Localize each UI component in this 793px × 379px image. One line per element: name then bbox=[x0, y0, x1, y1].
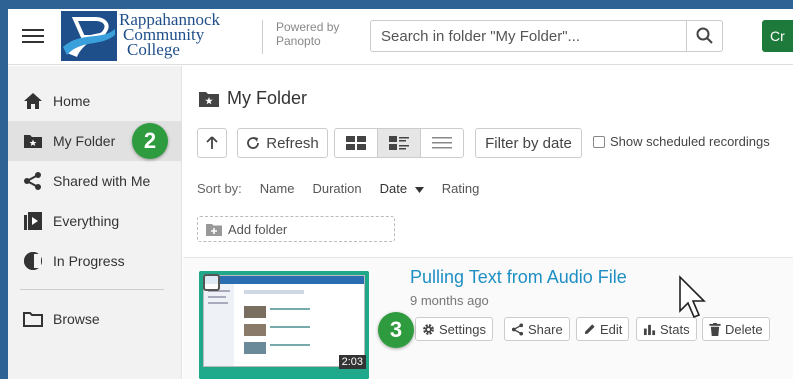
share-button[interactable]: Share bbox=[504, 317, 570, 341]
folder-star-icon bbox=[199, 91, 219, 107]
college-logo[interactable]: Rappahannock Community College bbox=[61, 11, 241, 61]
sidebar-item-label: In Progress bbox=[53, 253, 125, 269]
search-input[interactable] bbox=[371, 21, 686, 51]
sort-bar: Sort by: Name Duration Date Rating bbox=[197, 181, 497, 196]
thumbnail-screen bbox=[203, 275, 365, 367]
search-button[interactable] bbox=[686, 21, 722, 51]
panopto-label: Panopto bbox=[276, 34, 321, 48]
college-name: Rappahannock Community College bbox=[119, 11, 220, 59]
thumbnail-image bbox=[204, 276, 364, 366]
show-scheduled-checkbox[interactable]: Show scheduled recordings bbox=[593, 134, 770, 149]
sidebar-item-label: Shared with Me bbox=[53, 173, 151, 189]
view-detail-button[interactable] bbox=[378, 129, 421, 157]
session-thumbnail[interactable]: 2:03 bbox=[199, 271, 369, 379]
refresh-label: Refresh bbox=[266, 134, 319, 152]
thumbnail-progress-bar bbox=[199, 375, 369, 379]
delete-label: Delete bbox=[725, 321, 763, 337]
sidebar-item-label: Everything bbox=[53, 213, 120, 229]
sort-name[interactable]: Name bbox=[260, 181, 295, 196]
bar-chart-icon bbox=[643, 324, 656, 335]
edit-label: Edit bbox=[600, 321, 623, 337]
add-folder-icon bbox=[206, 223, 222, 236]
play-library-icon bbox=[22, 210, 44, 232]
mouse-cursor-icon bbox=[679, 275, 706, 319]
create-button[interactable]: Cr bbox=[762, 20, 793, 52]
share-icon bbox=[511, 322, 524, 336]
sort-duration[interactable]: Duration bbox=[312, 181, 361, 196]
powered-by-label: Powered by bbox=[276, 20, 340, 34]
sidebar-divider bbox=[20, 289, 164, 290]
delete-button[interactable]: Delete bbox=[702, 317, 770, 341]
logo-mark-icon bbox=[61, 11, 117, 61]
sidebar-item-in-progress[interactable]: In Progress bbox=[8, 241, 182, 281]
in-progress-icon bbox=[22, 250, 44, 272]
sidebar-item-shared-with-me[interactable]: Shared with Me bbox=[8, 161, 182, 201]
list-view-icon bbox=[432, 137, 452, 149]
session-age: 9 months ago bbox=[410, 293, 489, 308]
sidebar: Home My Folder Shared with Me Everything bbox=[8, 66, 182, 379]
app-window: Rappahannock Community College Powered b… bbox=[8, 9, 793, 379]
caret-down-icon bbox=[414, 187, 424, 193]
hamburger-menu-icon[interactable] bbox=[22, 25, 44, 47]
stats-label: Stats bbox=[660, 321, 690, 337]
sidebar-item-everything[interactable]: Everything bbox=[8, 201, 182, 241]
settings-button[interactable]: Settings bbox=[415, 317, 493, 341]
powered-by: Powered by Panopto bbox=[262, 20, 339, 54]
step-badge-2: 2 bbox=[132, 123, 168, 159]
sidebar-item-home[interactable]: Home bbox=[8, 81, 182, 121]
filter-by-date-button[interactable]: Filter by date bbox=[475, 128, 582, 158]
main-content: My Folder Refresh Filter by date Show sc… bbox=[183, 66, 793, 379]
session-select-checkbox[interactable] bbox=[203, 274, 220, 291]
view-toggle-group bbox=[334, 128, 464, 158]
trash-icon bbox=[709, 322, 721, 336]
share-label: Share bbox=[528, 321, 563, 337]
header: Rappahannock Community College Powered b… bbox=[8, 9, 793, 65]
sort-by-label: Sort by: bbox=[197, 181, 242, 196]
sort-date[interactable]: Date bbox=[380, 181, 424, 196]
edit-button[interactable]: Edit bbox=[576, 317, 630, 341]
folder-title: My Folder bbox=[198, 88, 307, 109]
sort-rating[interactable]: Rating bbox=[442, 181, 480, 196]
arrow-up-icon bbox=[206, 136, 218, 149]
checkbox-box bbox=[593, 135, 605, 148]
duration-badge: 2:03 bbox=[338, 355, 366, 369]
search-box bbox=[370, 20, 723, 52]
sidebar-item-label: Browse bbox=[53, 311, 100, 327]
sort-date-label: Date bbox=[379, 181, 408, 196]
gear-icon bbox=[423, 323, 434, 335]
settings-label: Settings bbox=[439, 321, 486, 337]
scheduled-label: Show scheduled recordings bbox=[610, 134, 770, 149]
session-title-link[interactable]: Pulling Text from Audio File bbox=[410, 267, 627, 288]
up-folder-button[interactable] bbox=[197, 128, 227, 158]
logo-line3: College bbox=[127, 40, 180, 59]
view-list-button[interactable] bbox=[421, 129, 463, 157]
add-folder-label: Add folder bbox=[228, 221, 288, 237]
share-icon bbox=[22, 170, 44, 192]
detail-view-icon bbox=[389, 136, 409, 150]
refresh-button[interactable]: Refresh bbox=[237, 128, 328, 158]
pencil-icon bbox=[584, 323, 595, 334]
sidebar-item-browse[interactable]: Browse bbox=[8, 299, 182, 339]
sidebar-item-label: My Folder bbox=[53, 133, 116, 149]
grid-view-icon bbox=[346, 136, 366, 150]
sidebar-item-label: Home bbox=[53, 93, 91, 109]
folder-title-text: My Folder bbox=[227, 88, 308, 108]
folder-icon bbox=[22, 308, 44, 330]
view-grid-button[interactable] bbox=[335, 129, 378, 157]
folder-star-icon bbox=[22, 130, 44, 152]
home-icon bbox=[22, 90, 44, 112]
add-folder-button[interactable]: Add folder bbox=[197, 216, 395, 242]
search-icon bbox=[696, 27, 713, 44]
step-badge-3: 3 bbox=[378, 312, 414, 348]
refresh-icon bbox=[247, 137, 260, 149]
